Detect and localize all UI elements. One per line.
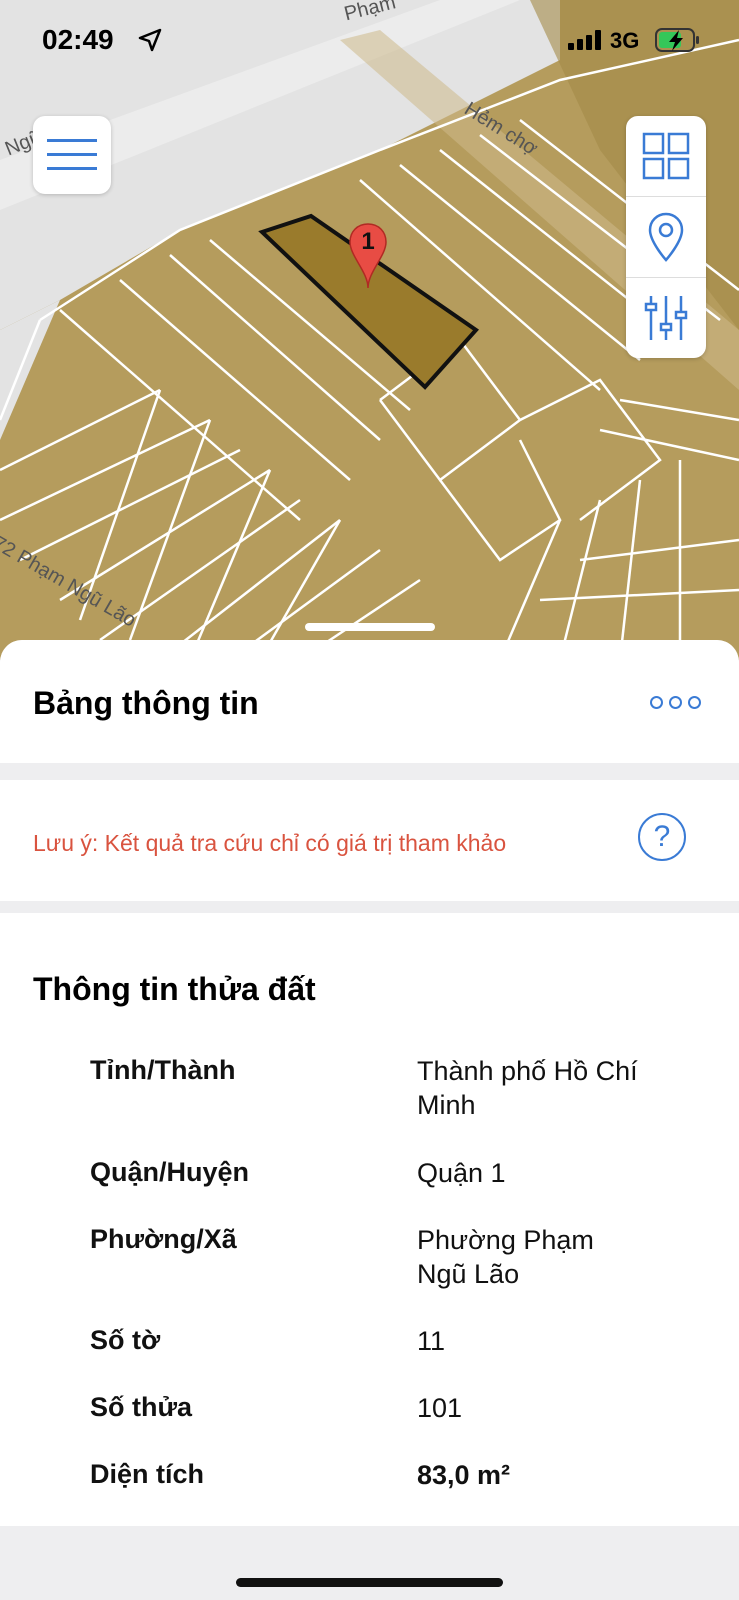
row-label-sheet-number: Số tờ bbox=[90, 1325, 161, 1355]
network-type: 3G bbox=[610, 28, 640, 53]
row-label-parcel-number: Số thửa bbox=[90, 1392, 193, 1422]
grid-icon bbox=[642, 132, 690, 180]
status-time: 02:49 bbox=[42, 24, 114, 55]
sheet-drag-handle[interactable] bbox=[305, 623, 435, 631]
more-options-button[interactable] bbox=[650, 696, 701, 709]
more-dot-icon bbox=[650, 696, 663, 709]
section-title: Thông tin thửa đất bbox=[33, 971, 316, 1007]
signal-icon bbox=[568, 30, 601, 50]
status-bar: 02:49 3G bbox=[0, 0, 739, 80]
row-value-province: Thành phố Hồ Chí Minh bbox=[417, 1056, 638, 1120]
row-label-ward: Phường/Xã bbox=[90, 1224, 237, 1254]
row-value-sheet-number: 11 bbox=[417, 1326, 446, 1356]
layers-button[interactable] bbox=[626, 116, 706, 196]
filter-button[interactable] bbox=[626, 277, 706, 358]
row-label-district: Quận/Huyện bbox=[90, 1157, 250, 1187]
help-button[interactable]: ? bbox=[638, 813, 686, 861]
row-value-district: Quận 1 bbox=[417, 1158, 506, 1188]
menu-button[interactable] bbox=[33, 116, 111, 194]
sheet-header: Bảng thông tin bbox=[0, 640, 739, 763]
location-arrow-icon bbox=[138, 28, 162, 52]
row-value-ward: Phường Phạm Ngũ Lão bbox=[417, 1225, 594, 1289]
row-value-parcel-number: 101 bbox=[417, 1393, 463, 1423]
map-tool-panel bbox=[626, 116, 706, 358]
map-marker-label: 1 bbox=[361, 228, 375, 255]
more-dot-icon bbox=[669, 696, 682, 709]
sheet-title: Bảng thông tin bbox=[33, 685, 259, 721]
more-dot-icon bbox=[688, 696, 701, 709]
row-label-province: Tỉnh/Thành bbox=[90, 1055, 236, 1085]
locate-button[interactable] bbox=[626, 196, 706, 277]
row-label-area: Diện tích bbox=[90, 1459, 205, 1489]
home-indicator[interactable] bbox=[236, 1578, 503, 1587]
location-pin-icon bbox=[648, 212, 684, 262]
battery-charging-icon bbox=[655, 28, 699, 52]
hamburger-icon bbox=[47, 139, 97, 170]
disclaimer-note: Lưu ý: Kết quả tra cứu chỉ có giá trị th… bbox=[33, 830, 507, 856]
sliders-icon bbox=[644, 296, 688, 340]
row-value-area: 83,0 m² bbox=[417, 1460, 511, 1490]
note-card: Lưu ý: Kết quả tra cứu chỉ có giá trị th… bbox=[0, 780, 739, 901]
parcel-info-card: Thông tin thửa đất Tỉnh/Thành Thành phố … bbox=[0, 913, 739, 1526]
info-sheet: Bảng thông tin Lưu ý: Kết quả tra cứu ch… bbox=[0, 640, 739, 1600]
